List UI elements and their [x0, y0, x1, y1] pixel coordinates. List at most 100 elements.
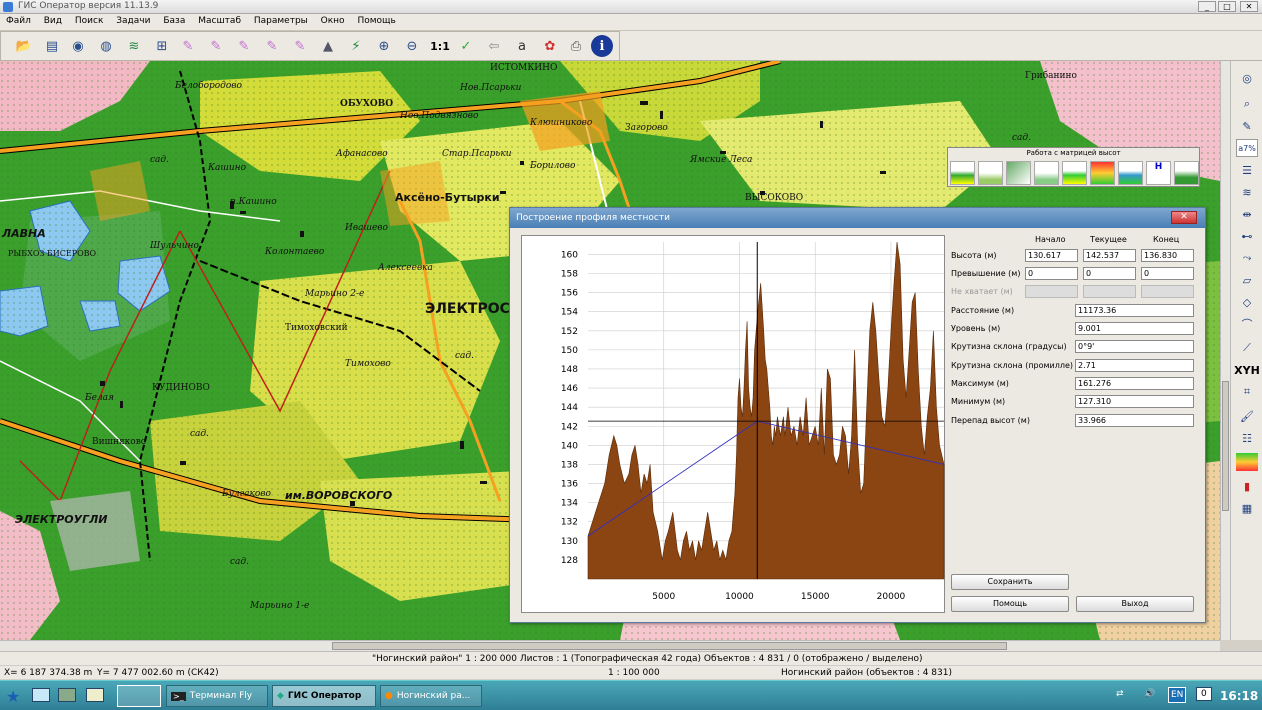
- height-current-field[interactable]: 142.537: [1083, 249, 1136, 262]
- menu-scale[interactable]: Масштаб: [194, 14, 245, 28]
- print-icon[interactable]: ⎙: [565, 35, 587, 57]
- menu-tasks[interactable]: Задачи: [112, 14, 154, 28]
- zoom-in-icon[interactable]: ⊕: [373, 35, 395, 57]
- paint-icon[interactable]: 🖌: [1236, 407, 1258, 425]
- matrix-tool-7-icon[interactable]: [1118, 161, 1143, 185]
- matrix-tool-4-icon[interactable]: [1034, 161, 1059, 185]
- volume-icon[interactable]: 🔊: [1144, 689, 1155, 699]
- profile-chart[interactable]: 128 130 132 134 136 138 140 142 144 146 148 150 152 1…: [521, 235, 945, 613]
- stack-icon[interactable]: ☰: [1236, 161, 1258, 179]
- globe-icon[interactable]: ◉: [67, 35, 89, 57]
- info-icon[interactable]: i: [591, 35, 613, 57]
- task-terminal[interactable]: >_ Терминал Fly: [166, 685, 268, 707]
- book-icon[interactable]: ▮: [1236, 477, 1258, 495]
- pencil-icon[interactable]: ✎: [177, 35, 199, 57]
- slope-permil-field[interactable]: 2.71: [1075, 359, 1194, 372]
- relief-3d-icon[interactable]: [1236, 453, 1258, 471]
- workspace-switcher[interactable]: [117, 685, 161, 707]
- compass-icon[interactable]: ◎: [1236, 69, 1258, 87]
- menu-file[interactable]: Файл: [2, 14, 35, 28]
- matrix-tool-9-icon[interactable]: [1174, 161, 1199, 185]
- ruler-icon[interactable]: ⊷: [1236, 227, 1258, 245]
- map-horizontal-scrollbar[interactable]: [0, 640, 1220, 651]
- y-tick-label-142: 142: [561, 422, 578, 432]
- distance-field[interactable]: 11173.36: [1075, 304, 1194, 317]
- search-object-icon[interactable]: ⌕: [1236, 95, 1258, 113]
- zoom-out-icon[interactable]: ⊖: [401, 35, 423, 57]
- network-icon[interactable]: ⇄: [1116, 689, 1124, 699]
- task-gis-operator[interactable]: ◆ ГИС Оператор: [272, 685, 376, 707]
- dialog-close-button[interactable]: ✕: [1171, 211, 1197, 224]
- area-icon[interactable]: ▱: [1236, 271, 1258, 289]
- desktop-icon[interactable]: [32, 688, 50, 702]
- select-object-icon[interactable]: ⊞: [151, 35, 173, 57]
- matrix-tool-8-icon[interactable]: H: [1146, 161, 1171, 185]
- arc-icon[interactable]: ⌒: [1236, 315, 1258, 333]
- save-button[interactable]: Сохранить: [951, 574, 1069, 590]
- measure-icon[interactable]: ⇹: [1236, 205, 1258, 223]
- map-vertical-scrollbar[interactable]: [1220, 61, 1230, 640]
- xyh-icon[interactable]: XYH: [1234, 361, 1260, 379]
- excess-current-field[interactable]: 0: [1083, 267, 1136, 280]
- menu-params[interactable]: Параметры: [250, 14, 312, 28]
- menu-help[interactable]: Помощь: [353, 14, 399, 28]
- menu-window[interactable]: Окно: [317, 14, 349, 28]
- height-end-field[interactable]: 136.830: [1141, 249, 1194, 262]
- menu-view[interactable]: Вид: [40, 14, 66, 28]
- menu-database[interactable]: База: [159, 14, 189, 28]
- grid-table-icon[interactable]: ▦: [1236, 499, 1258, 517]
- pencil-search-icon[interactable]: ✎: [233, 35, 255, 57]
- menu-search[interactable]: Поиск: [71, 14, 108, 28]
- stairs-icon[interactable]: ⌗: [1236, 383, 1258, 401]
- polygon-icon[interactable]: ◇: [1236, 293, 1258, 311]
- terrain-icon[interactable]: ▲: [317, 35, 339, 57]
- pencil-add-icon[interactable]: ✎: [261, 35, 283, 57]
- level-field[interactable]: 9.001: [1075, 322, 1194, 335]
- min-field[interactable]: 127.310: [1075, 395, 1194, 408]
- vertical-scroll-thumb[interactable]: [1222, 381, 1229, 511]
- brush-icon[interactable]: ✎: [1236, 117, 1258, 135]
- pencil-edit-icon[interactable]: ✎: [205, 35, 227, 57]
- list-icon[interactable]: ☷: [1236, 429, 1258, 447]
- globe-add-icon[interactable]: ◍: [95, 35, 117, 57]
- excess-end-field[interactable]: 0: [1141, 267, 1194, 280]
- height-matrix-toolbar: Работа с матрицей высот H: [947, 147, 1200, 187]
- text-icon[interactable]: a: [511, 35, 533, 57]
- pencil-delete-icon[interactable]: ✎: [289, 35, 311, 57]
- start-star-icon[interactable]: ★: [6, 687, 20, 706]
- keyboard-layout-indicator[interactable]: EN: [1168, 687, 1187, 703]
- notification-counter[interactable]: 0: [1196, 687, 1212, 701]
- lightning-icon[interactable]: ⚡: [345, 35, 367, 57]
- folder-icon[interactable]: [86, 688, 104, 702]
- matrix-tool-3-icon[interactable]: [1006, 161, 1031, 185]
- map-docs-icon[interactable]: ▤: [41, 35, 63, 57]
- matrix-tool-1-icon[interactable]: [950, 161, 975, 185]
- scale-1to1-button[interactable]: 1:1: [429, 35, 451, 57]
- palette-icon[interactable]: ✿: [539, 35, 561, 57]
- layers-tool-icon[interactable]: ≋: [1236, 183, 1258, 201]
- maximize-button[interactable]: □: [1218, 1, 1236, 12]
- horizontal-scroll-thumb[interactable]: [332, 642, 1007, 650]
- slope-deg-field[interactable]: 0°9': [1075, 340, 1194, 353]
- percent-icon[interactable]: a7%: [1236, 139, 1258, 157]
- minimize-button[interactable]: _: [1198, 1, 1216, 12]
- max-field[interactable]: 161.276: [1075, 377, 1194, 390]
- height-start-field[interactable]: 130.617: [1025, 249, 1078, 262]
- check-icon[interactable]: ✓: [455, 35, 477, 57]
- files-icon[interactable]: [58, 688, 76, 702]
- route-icon[interactable]: ⤳: [1236, 249, 1258, 267]
- drop-field[interactable]: 33.966: [1075, 414, 1194, 427]
- excess-start-field[interactable]: 0: [1025, 267, 1078, 280]
- close-button[interactable]: ✕: [1240, 1, 1258, 12]
- matrix-tool-5-icon[interactable]: [1062, 161, 1087, 185]
- row-excess-label: Превышение (м): [951, 269, 1021, 278]
- layers-icon[interactable]: ≋: [123, 35, 145, 57]
- line-icon[interactable]: ⟋: [1236, 339, 1258, 357]
- help-button[interactable]: Помощь: [951, 596, 1069, 612]
- matrix-tool-2-icon[interactable]: [978, 161, 1003, 185]
- back-arrow-icon[interactable]: ⇦: [483, 35, 505, 57]
- exit-button[interactable]: Выход: [1076, 596, 1194, 612]
- matrix-tool-6-icon[interactable]: [1090, 161, 1115, 185]
- task-browser[interactable]: ● Ногинский ра...: [380, 685, 482, 707]
- open-folder-icon[interactable]: 📂: [13, 35, 35, 57]
